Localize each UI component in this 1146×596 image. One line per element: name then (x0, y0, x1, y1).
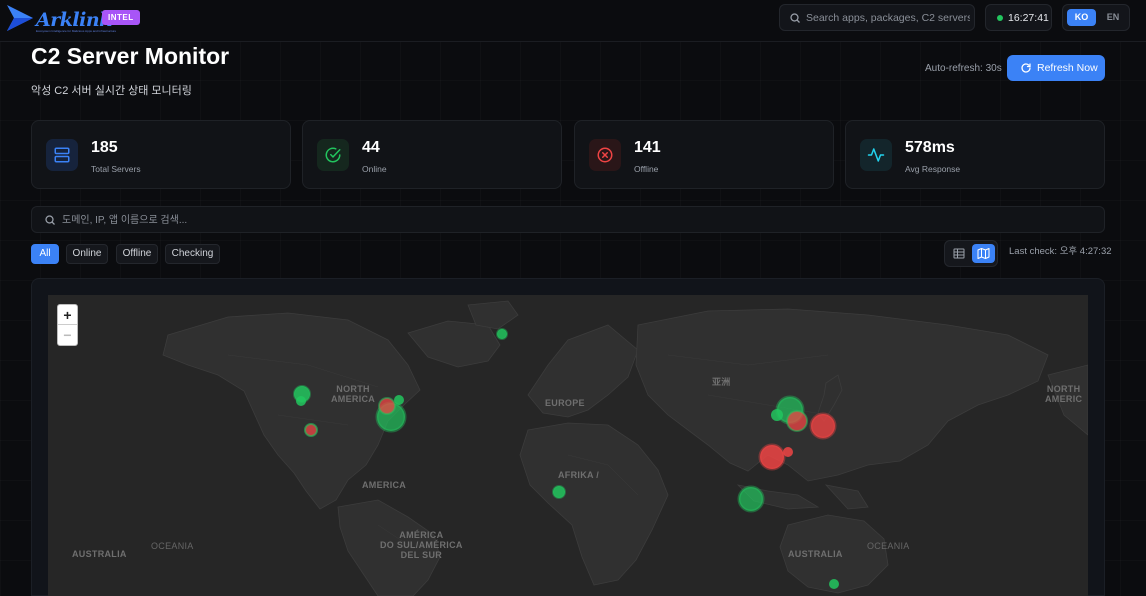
world-map-land (162, 300, 1088, 596)
check-circle-icon (325, 147, 341, 163)
zoom-in-button[interactable]: + (58, 305, 77, 325)
server-marker-offline[interactable] (758, 443, 786, 471)
auto-refresh-status: Auto-refresh: 30s (925, 63, 1002, 74)
page-title: C2 Server Monitor (31, 43, 230, 69)
page-subtitle: 악성 C2 서버 실시간 상태 모니터링 (31, 85, 192, 97)
brand-tagline: Ecosystem Intelligence for Malicious App… (36, 29, 117, 33)
server-marker-offline[interactable] (378, 397, 396, 415)
map-label-oceania-east: OCEANIA (867, 541, 910, 551)
stat-icon-box (860, 139, 892, 171)
server-search[interactable] (31, 206, 1105, 233)
server-marker-offline[interactable] (783, 447, 793, 457)
filter-all[interactable]: All (31, 244, 59, 264)
refresh-now-label: Refresh Now (1037, 62, 1098, 74)
server-marker-online[interactable] (552, 485, 566, 499)
zoom-out-button[interactable]: − (58, 325, 77, 345)
language-switcher: KO EN (1062, 4, 1130, 31)
map-zoom-controls: + − (57, 304, 78, 346)
stat-value: 141 (634, 139, 661, 156)
search-icon (790, 13, 800, 23)
intel-badge: INTEL (102, 10, 140, 25)
last-check-time: Last check: 오후 4:27:32 (1009, 246, 1112, 257)
server-marker-online[interactable] (394, 395, 404, 405)
stat-value: 44 (362, 139, 380, 156)
activity-icon (867, 148, 885, 162)
lang-ko-button[interactable]: KO (1067, 9, 1096, 26)
server-search-input[interactable] (62, 212, 1092, 228)
world-map[interactable] (48, 295, 1088, 596)
stat-icon-box (589, 139, 621, 171)
server-marker-online[interactable] (496, 328, 508, 340)
live-status-dot (997, 15, 1003, 21)
map-label-asia: 亚洲 (712, 377, 731, 387)
map-label-north-america-east: NORTH AMERIC (1045, 384, 1083, 404)
table-view-button[interactable] (948, 244, 970, 263)
stat-icon-box (317, 139, 349, 171)
map-label-oceania-west: OCEANIA (151, 541, 194, 551)
stat-card-avg-response: 578ms Avg Response (845, 120, 1105, 189)
stat-label: Offline (634, 164, 659, 174)
table-icon (953, 248, 965, 259)
filter-online[interactable]: Online (66, 244, 108, 264)
map-label-africa: AFRIKA / (558, 470, 600, 480)
refresh-now-button[interactable]: Refresh Now (1007, 55, 1105, 81)
global-search-input[interactable] (806, 9, 970, 27)
map-label-america: AMERICA (362, 480, 407, 490)
server-marker-online[interactable] (829, 579, 839, 589)
stat-card-total: 185 Total Servers (31, 120, 291, 189)
map-label-australia-east: AUSTRALIA (788, 549, 843, 559)
server-marker-offline[interactable] (809, 412, 837, 440)
lang-en-button[interactable]: EN (1099, 9, 1127, 26)
map-label-north-america: NORTH AMERICA (331, 384, 376, 404)
map-label-europe: EUROPE (545, 398, 585, 408)
brand-name: Arklink (36, 9, 112, 31)
server-marker-offline[interactable] (304, 423, 318, 437)
x-circle-icon (597, 147, 613, 163)
stat-label: Avg Response (905, 164, 961, 174)
filter-checking[interactable]: Checking (165, 244, 220, 264)
stat-label: Total Servers (91, 164, 141, 174)
filter-offline[interactable]: Offline (116, 244, 158, 264)
server-marker-offline[interactable] (786, 410, 808, 432)
map-icon (977, 248, 990, 259)
server-marker-online[interactable] (296, 396, 306, 406)
stat-card-online: 44 Online (302, 120, 562, 189)
search-icon (45, 215, 55, 225)
stat-card-offline: 141 Offline (574, 120, 834, 189)
stat-value: 185 (91, 139, 118, 156)
brand-logo[interactable]: Arklink Ecosystem Intelligence for Malic… (6, 4, 116, 33)
logo-mark-icon (7, 5, 33, 31)
server-icon (54, 147, 70, 163)
stat-label: Online (362, 164, 387, 174)
refresh-icon (1021, 63, 1031, 73)
top-bar: Arklink Ecosystem Intelligence for Malic… (0, 0, 1146, 42)
live-clock: 16:27:41 (985, 4, 1052, 31)
global-search[interactable] (779, 4, 975, 31)
map-label-south-america: AMÉRICA DO SUL/AMÉRICA DEL SUR (380, 530, 463, 560)
server-marker-online[interactable] (737, 485, 765, 513)
map-label-australia-west: AUSTRALIA (72, 549, 127, 559)
clock-time: 16:27:41 (1008, 12, 1049, 24)
view-toggle (944, 240, 998, 267)
map-view-button[interactable] (972, 244, 995, 263)
server-marker-online[interactable] (771, 409, 783, 421)
stat-value: 578ms (905, 139, 955, 156)
stat-icon-box (46, 139, 78, 171)
